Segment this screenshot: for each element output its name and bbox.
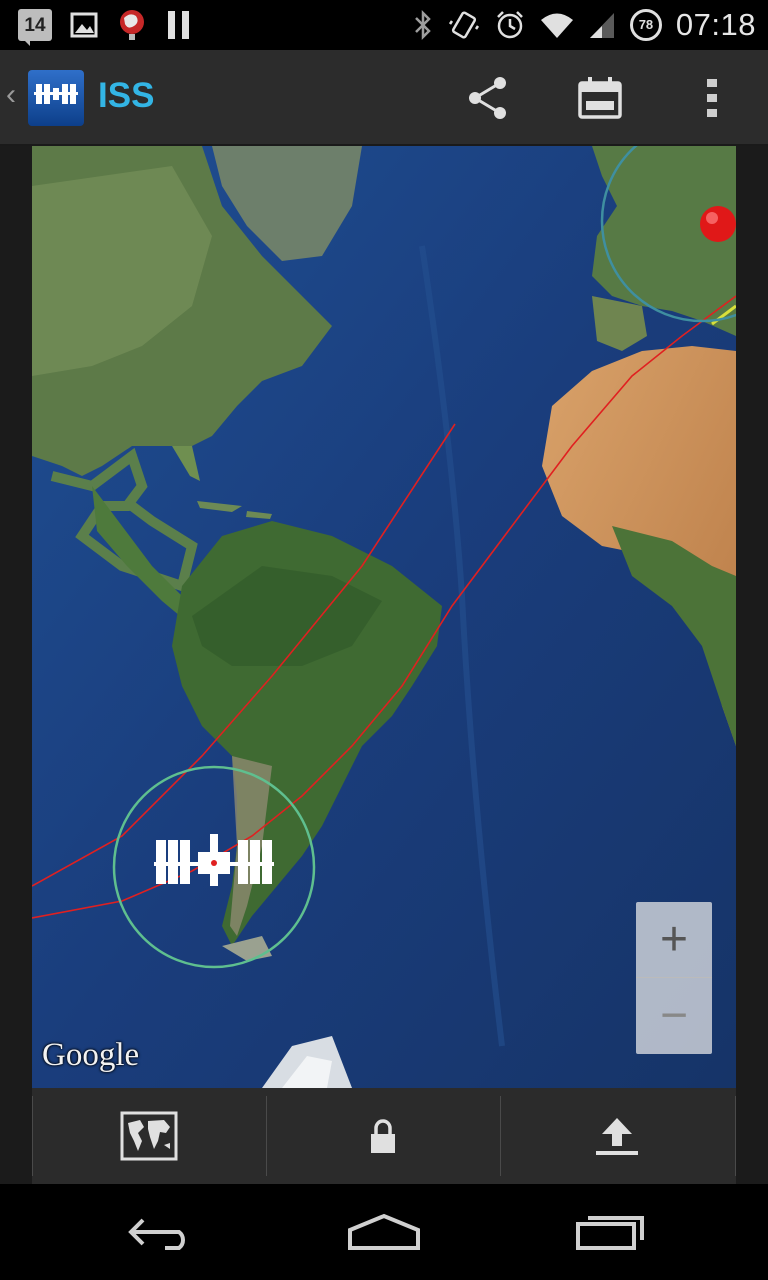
upload-icon <box>596 1118 638 1155</box>
status-bar: 14 78 07:18 <box>0 0 768 50</box>
map-type-button[interactable] <box>32 1096 266 1176</box>
wifi-icon <box>540 13 573 38</box>
home-icon <box>348 1213 420 1250</box>
lock-icon <box>371 1119 395 1153</box>
navigation-bar <box>0 1184 768 1280</box>
back-icon <box>128 1218 185 1250</box>
overflow-menu-icon <box>707 79 717 117</box>
zoom-in-button[interactable]: + <box>636 902 712 977</box>
up-navigation-icon[interactable]: ‹ <box>6 78 16 112</box>
red-location-pin <box>700 206 736 242</box>
clock: 07:18 <box>675 7 756 42</box>
pause-notification-icon <box>168 11 189 39</box>
calendar-icon <box>578 77 622 119</box>
calendar-notification-icon: 14 <box>18 9 52 46</box>
image-notification-icon <box>70 12 98 38</box>
iss-station-icon <box>154 834 274 886</box>
alarm-icon <box>497 11 523 39</box>
iss-logo-icon <box>34 84 78 104</box>
app-logo[interactable] <box>28 70 84 126</box>
toolbar-divider <box>735 1096 736 1176</box>
action-bar: ‹ ISS <box>0 50 768 146</box>
app-title: ISS <box>98 76 155 115</box>
recent-apps-button[interactable] <box>560 1202 660 1262</box>
vibrate-icon <box>448 11 479 39</box>
zoom-controls: + − <box>636 902 712 1054</box>
signal-icon <box>589 13 614 38</box>
share-icon <box>469 77 506 119</box>
satellite-map[interactable]: Google + − <box>32 146 736 1088</box>
bluetooth-icon <box>415 9 431 41</box>
world-map-icon <box>120 1111 178 1161</box>
lock-button[interactable] <box>266 1096 500 1176</box>
bottom-toolbar <box>32 1088 736 1184</box>
google-attribution: Google <box>42 1037 140 1073</box>
overflow-menu-button[interactable] <box>680 68 744 128</box>
zoom-out-button[interactable]: − <box>636 977 712 1053</box>
upload-button[interactable] <box>500 1096 734 1176</box>
battery-icon: 78 <box>629 9 662 41</box>
home-button[interactable] <box>334 1202 434 1262</box>
recent-apps-icon <box>576 1216 644 1250</box>
back-button[interactable] <box>110 1202 210 1262</box>
share-button[interactable] <box>456 68 520 128</box>
globe-notification-icon <box>120 10 144 40</box>
schedule-button[interactable] <box>568 68 632 128</box>
map-canvas <box>32 146 736 1088</box>
